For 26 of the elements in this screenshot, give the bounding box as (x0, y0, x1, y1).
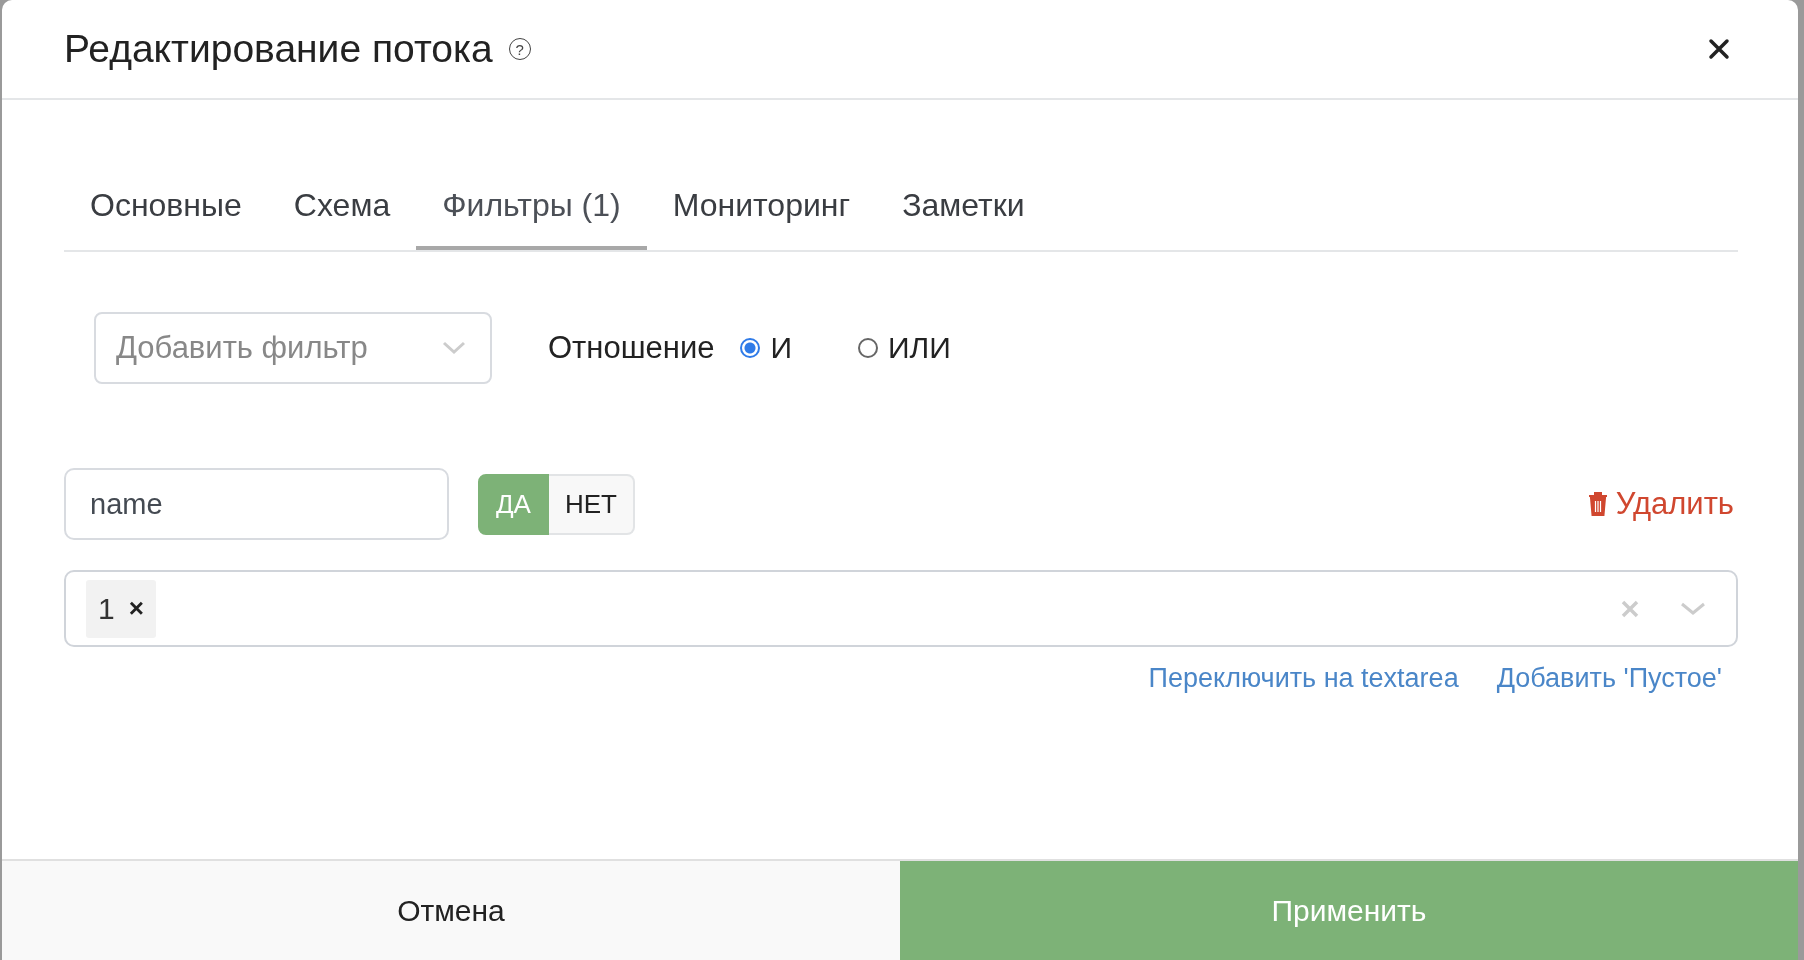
remove-tag-button[interactable]: × (124, 593, 156, 624)
relation-label: Отношение (548, 330, 715, 366)
value-tag: 1 × (86, 579, 156, 638)
radio-option[interactable]: ИЛИ (858, 331, 951, 365)
tab[interactable]: Схема (267, 180, 417, 250)
radio-label: ИЛИ (888, 331, 951, 365)
dialog-title: Редактирование потока (64, 27, 493, 71)
radio-button[interactable] (858, 338, 879, 358)
cancel-button[interactable]: Отмена (2, 861, 900, 960)
field-name-input[interactable]: name (64, 468, 449, 540)
tab[interactable]: Основные (64, 180, 268, 250)
tab[interactable]: Фильтры (1) (416, 180, 647, 250)
trash-icon (1587, 492, 1608, 516)
delete-button[interactable]: Удалить (1587, 486, 1734, 522)
action-link[interactable]: Переключить на textarea (1148, 663, 1459, 694)
radio-option[interactable]: И (740, 331, 793, 365)
add-filter-dropdown[interactable]: Добавить фильтр (94, 312, 492, 384)
tab[interactable]: Заметки (876, 180, 1051, 250)
toggle-button[interactable]: НЕТ (548, 473, 635, 535)
radio-label: И (770, 331, 793, 365)
values-multiselect[interactable]: 1 × (64, 570, 1738, 647)
chevron-down-icon (442, 341, 466, 355)
tab[interactable]: Мониторинг (646, 180, 877, 250)
radio-button[interactable] (740, 338, 761, 358)
action-link[interactable]: Добавить 'Пустое' (1496, 663, 1722, 694)
close-icon[interactable] (1708, 38, 1730, 60)
